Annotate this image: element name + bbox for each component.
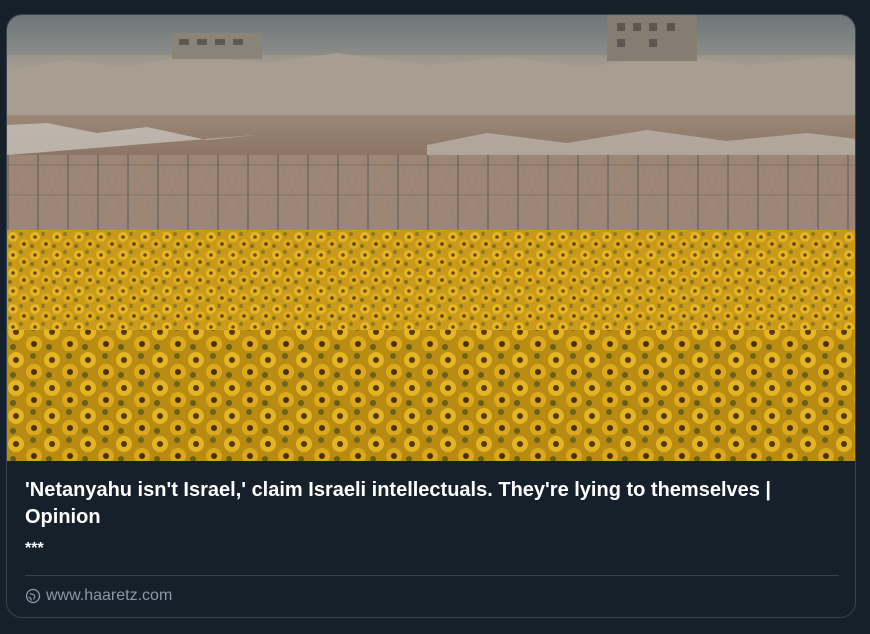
link-source[interactable]: www.haaretz.com [25,586,172,606]
link-preview-image[interactable] [7,15,855,461]
link-preview-card[interactable]: 'Netanyahu isn't Israel,' claim Israeli … [6,14,856,618]
sunflower-field-photo [7,15,855,461]
link-domain[interactable]: www.haaretz.com [46,587,172,605]
link-title[interactable]: 'Netanyahu isn't Israel,' claim Israeli … [25,477,835,531]
link-globe-icon [25,588,41,604]
card-divider [25,575,839,576]
link-description: *** [25,540,44,557]
